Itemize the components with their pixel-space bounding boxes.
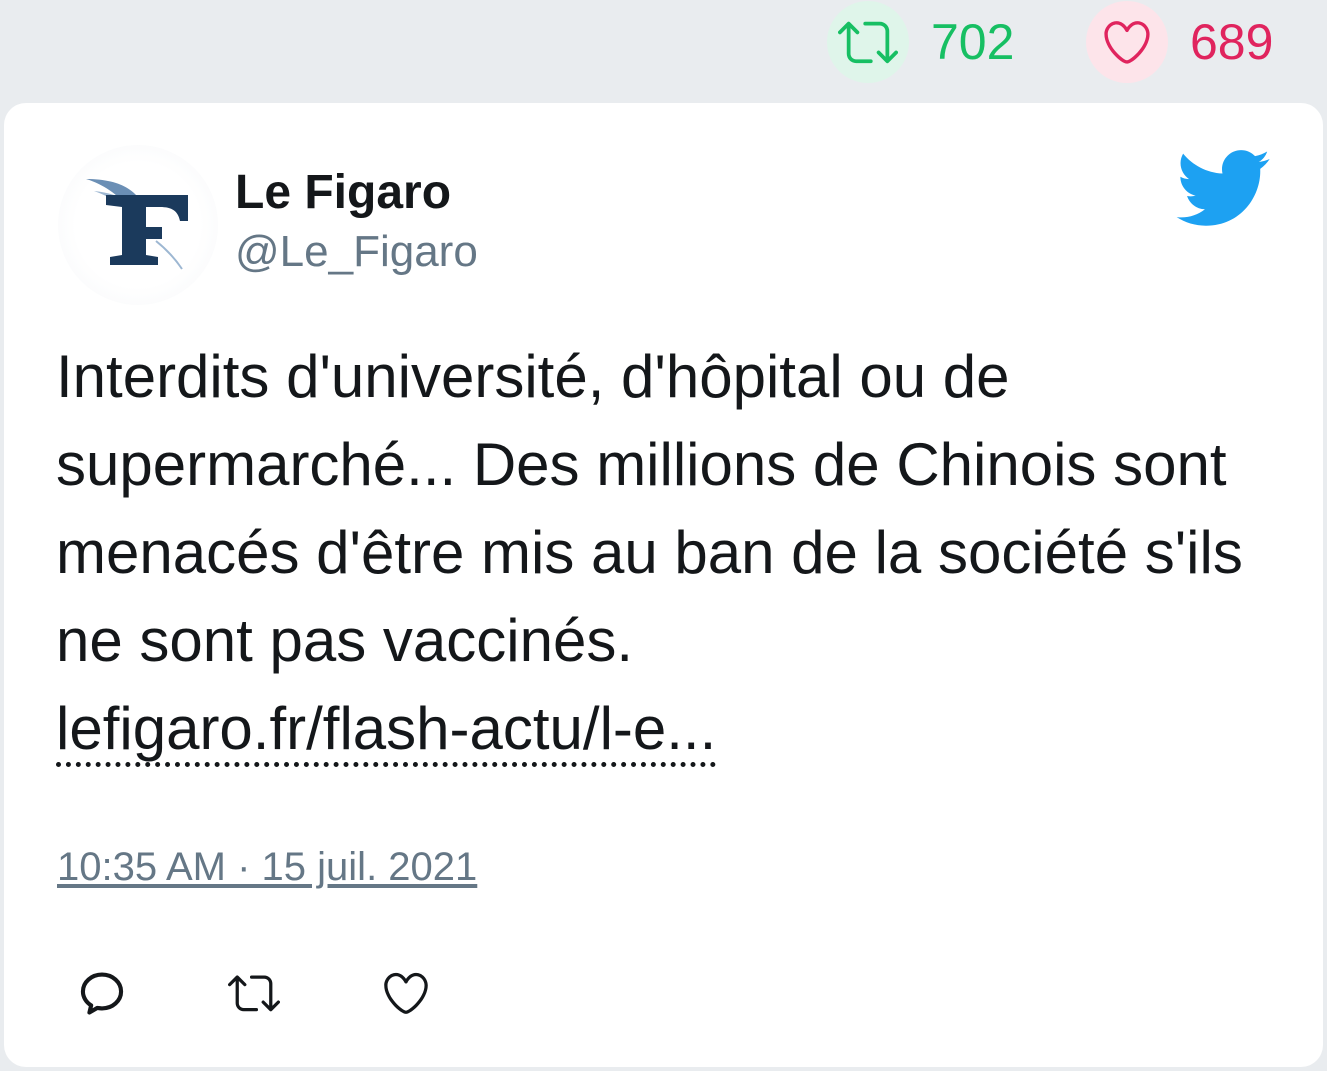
retweet-count: 702 bbox=[931, 14, 1015, 70]
like-count: 689 bbox=[1190, 14, 1274, 70]
author-handle[interactable]: @Le_Figaro bbox=[235, 227, 478, 277]
tweet-link[interactable]: lefigaro.fr/flash-actu/l-e... bbox=[56, 695, 717, 767]
avatar[interactable] bbox=[58, 145, 218, 305]
tweet-timestamp[interactable]: 10:35 AM · 15 juil. 2021 bbox=[57, 845, 477, 890]
like-stat: 689 bbox=[1086, 0, 1273, 84]
author-name[interactable]: Le Figaro bbox=[235, 165, 451, 220]
reply-button[interactable] bbox=[72, 963, 132, 1023]
heart-icon bbox=[1086, 1, 1168, 83]
le-figaro-logo bbox=[86, 179, 188, 270]
reply-icon bbox=[80, 972, 124, 1015]
retweet-icon bbox=[228, 975, 280, 1012]
tweet-text: Interdits d'université, d'hôpital ou de … bbox=[56, 333, 1276, 773]
heart-icon bbox=[384, 972, 428, 1014]
tweet-card: Le Figaro @Le_Figaro Interdits d'univers… bbox=[4, 103, 1323, 1067]
tweet-body: Interdits d'université, d'hôpital ou de … bbox=[56, 343, 1243, 674]
twitter-bird-icon[interactable] bbox=[1172, 147, 1272, 229]
retweet-stat: 702 bbox=[827, 0, 1014, 84]
like-button[interactable] bbox=[376, 963, 436, 1023]
retweet-button[interactable] bbox=[224, 963, 284, 1023]
retweet-icon bbox=[827, 1, 909, 83]
tweet-actions bbox=[72, 963, 436, 1023]
engagement-summary: 702 689 bbox=[0, 0, 1327, 100]
